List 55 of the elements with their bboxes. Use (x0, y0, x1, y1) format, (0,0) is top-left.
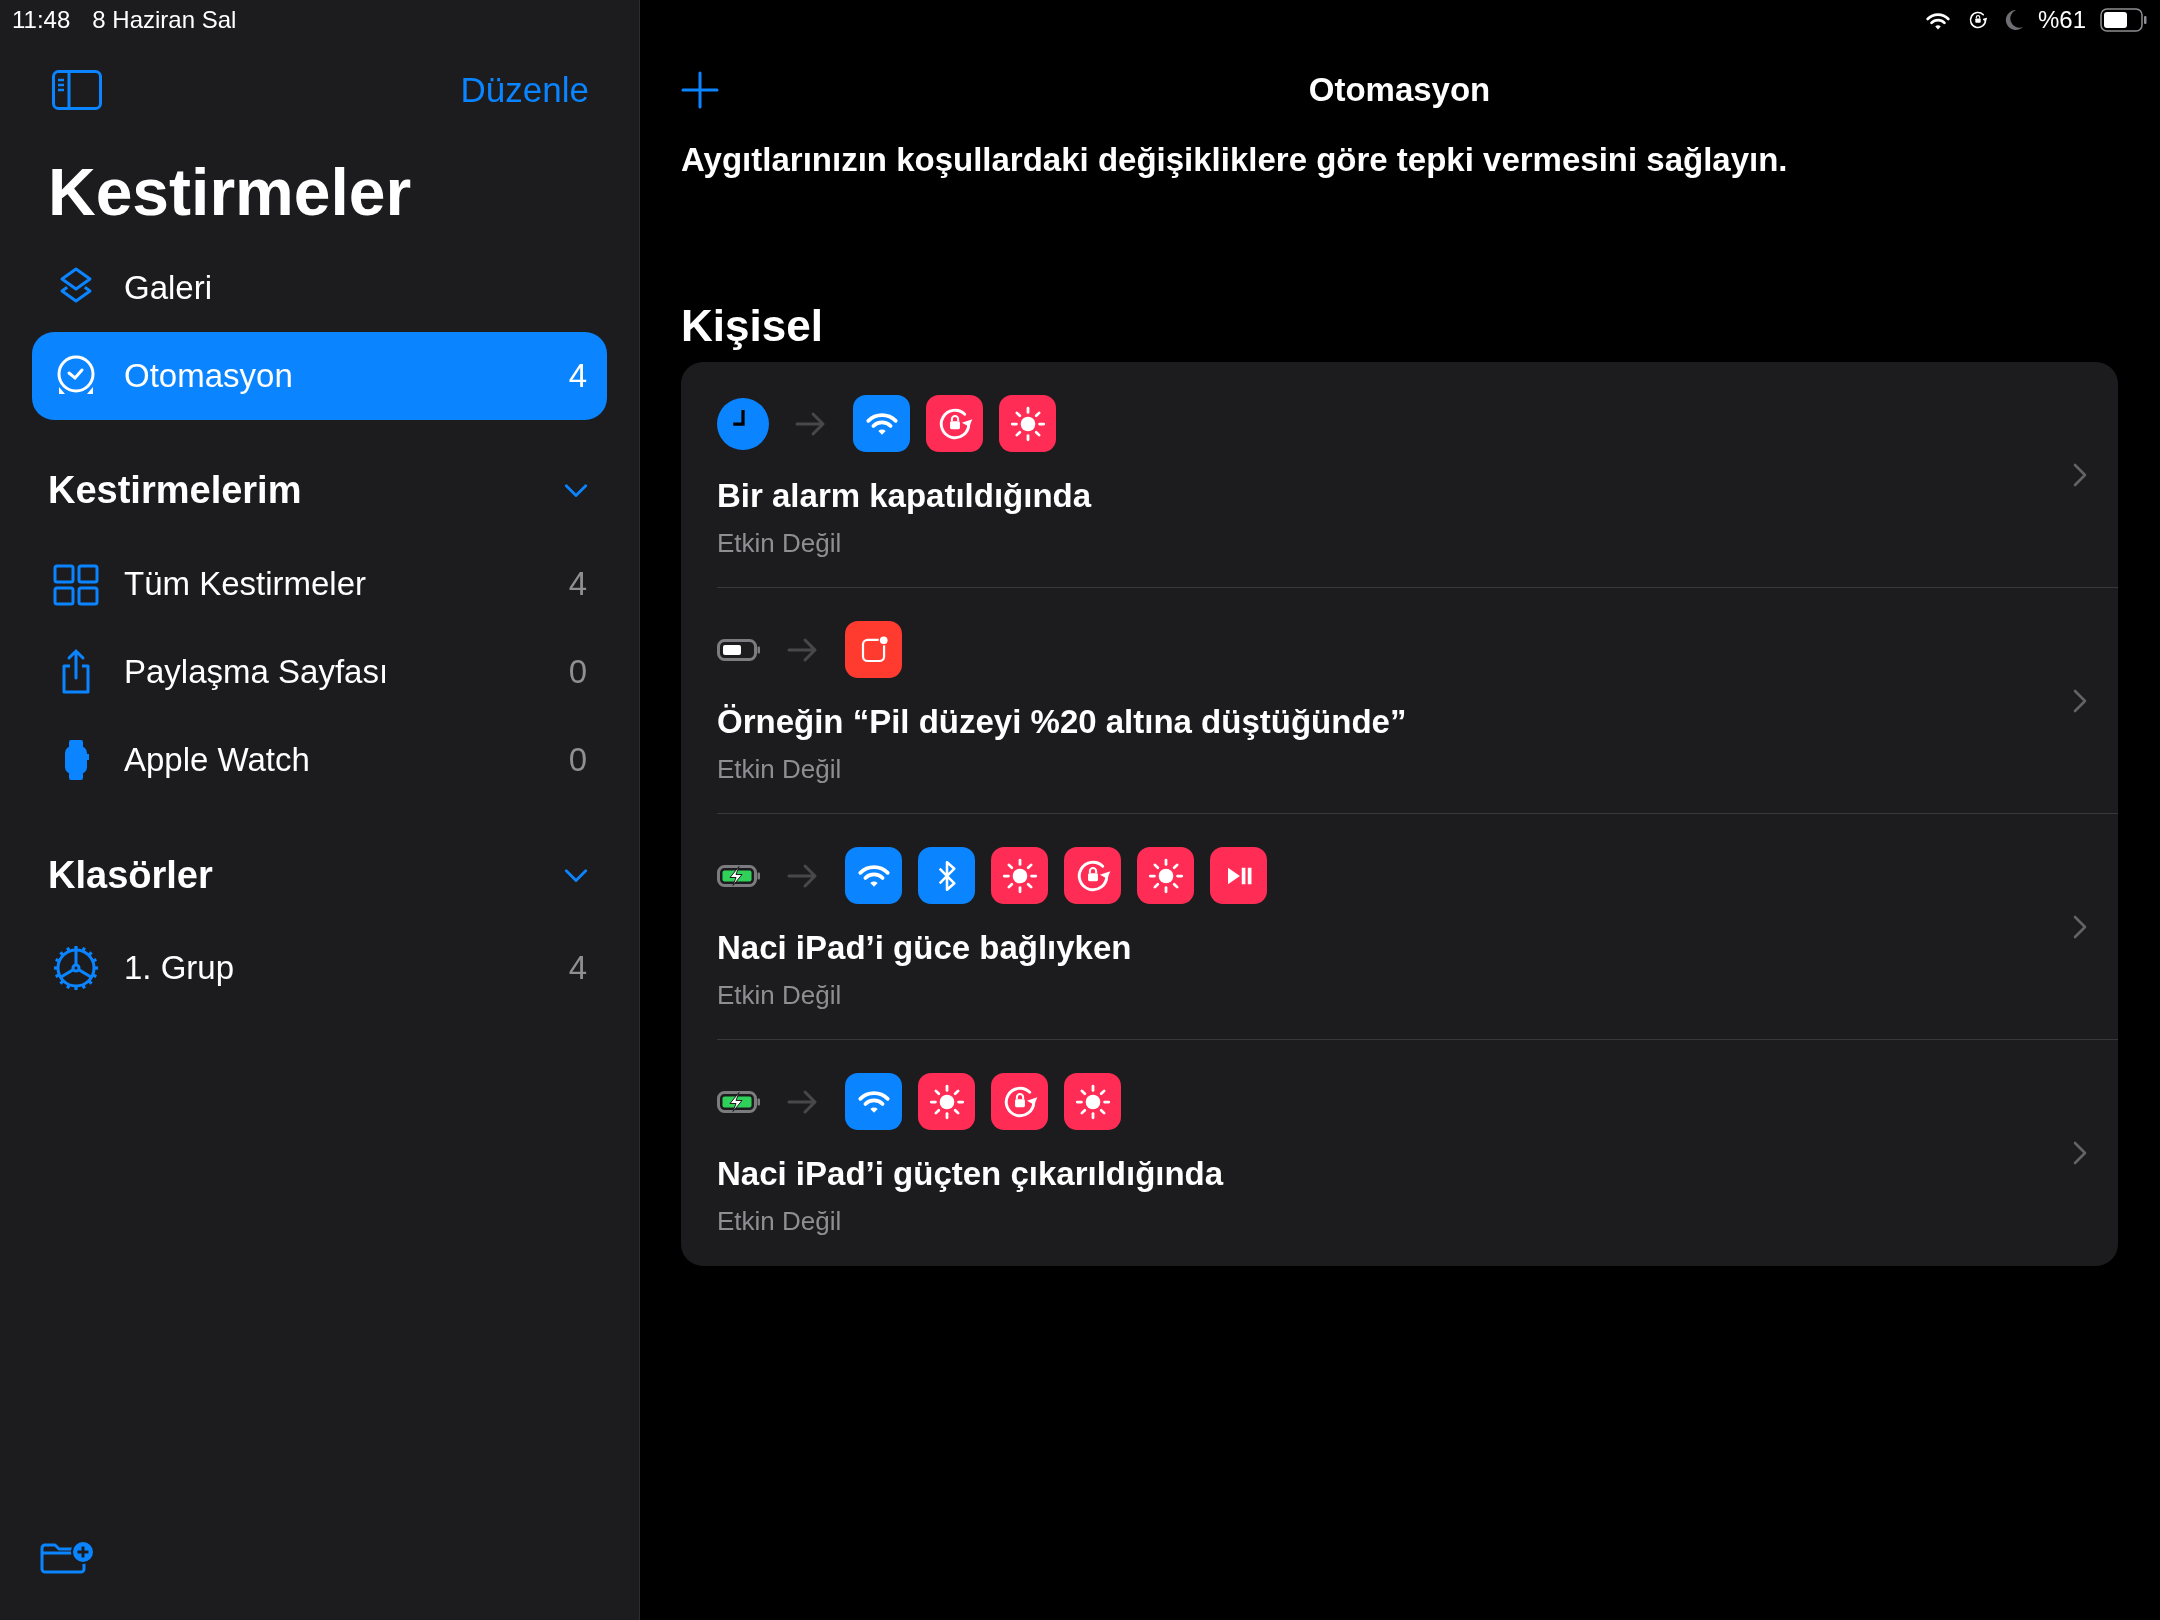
sidebar-item[interactable]: Paylaşma Sayfası 0 (32, 628, 607, 716)
automation-title: Naci iPad’i güce bağlıyken (717, 929, 1132, 966)
automation-status: Etkin Değil (717, 754, 842, 784)
sidebar-item[interactable]: Apple Watch 0 (32, 716, 607, 804)
charging-battery-icon (717, 1090, 761, 1113)
arrow-icon (787, 862, 819, 889)
chevron-icon[interactable] (2072, 914, 2088, 940)
brightness-icon (1137, 847, 1194, 904)
charging-battery-icon (717, 864, 761, 887)
status-time: 11:48 (12, 5, 71, 35)
chevron-icon[interactable] (2072, 688, 2088, 714)
battery-percentage: %61 (2037, 5, 2086, 35)
sidebar-item[interactable]: Galeri (32, 244, 607, 332)
sidebar-toggle-icon[interactable] (52, 70, 102, 110)
section-header: Klasörler (48, 852, 213, 898)
brightness-icon (1064, 1073, 1121, 1130)
brightness-icon (918, 1073, 975, 1130)
rotation-lock-icon (991, 1073, 1048, 1130)
edit-button[interactable]: Düzenle (460, 63, 589, 117)
battery-icon (717, 638, 761, 661)
automation-status: Etkin Değil (717, 528, 842, 558)
page-title: Otomasyon (1308, 70, 1491, 111)
wifi-icon (845, 1073, 902, 1130)
bluetooth-icon (918, 847, 975, 904)
automation-title: Bir alarm kapatıldığında (717, 477, 1092, 514)
notification-icon (845, 621, 902, 678)
chevron-icon[interactable] (2072, 462, 2088, 488)
clock-icon (717, 397, 769, 450)
brightness-icon (999, 395, 1056, 452)
arrow-icon (787, 636, 819, 663)
battery-icon (2100, 8, 2148, 32)
wifi-icon (853, 395, 910, 452)
rotation-lock-icon (926, 395, 983, 452)
status-date: 8 Haziran Sal (92, 5, 237, 35)
rotation-lock-icon (1064, 847, 1121, 904)
section-header: Kestirmelerim (48, 467, 302, 513)
description-text: Aygıtlarınızın koşullardaki değişikliklere göre tepki vermesini sağlayın. (681, 140, 1788, 181)
automation-title: Örneğin “Pil düzeyi %20 altına düştüğünde” (717, 703, 1407, 740)
section-title: Kişisel (681, 304, 823, 348)
sidebar-title: Kestirmeler (48, 159, 412, 225)
sidebar-item[interactable]: Otomasyon 4 (32, 332, 607, 420)
moon-icon (2003, 9, 2024, 31)
arrow-icon (795, 410, 827, 437)
automation-title: Naci iPad’i güçten çıkarıldığında (717, 1155, 1224, 1192)
arrow-icon (787, 1088, 819, 1115)
sidebar-item[interactable]: 1. Grup 4 (32, 924, 607, 1012)
chevron-icon[interactable] (2072, 1140, 2088, 1166)
sidebar-item[interactable]: Tüm Kestirmeler 4 (32, 540, 607, 628)
automation-status: Etkin Değil (717, 980, 842, 1010)
add-icon[interactable] (681, 71, 719, 109)
automation-status: Etkin Değil (717, 1206, 842, 1236)
wifi-icon (845, 847, 902, 904)
gear-icon (52, 944, 100, 992)
play-pause-icon (1210, 847, 1267, 904)
brightness-icon (991, 847, 1048, 904)
